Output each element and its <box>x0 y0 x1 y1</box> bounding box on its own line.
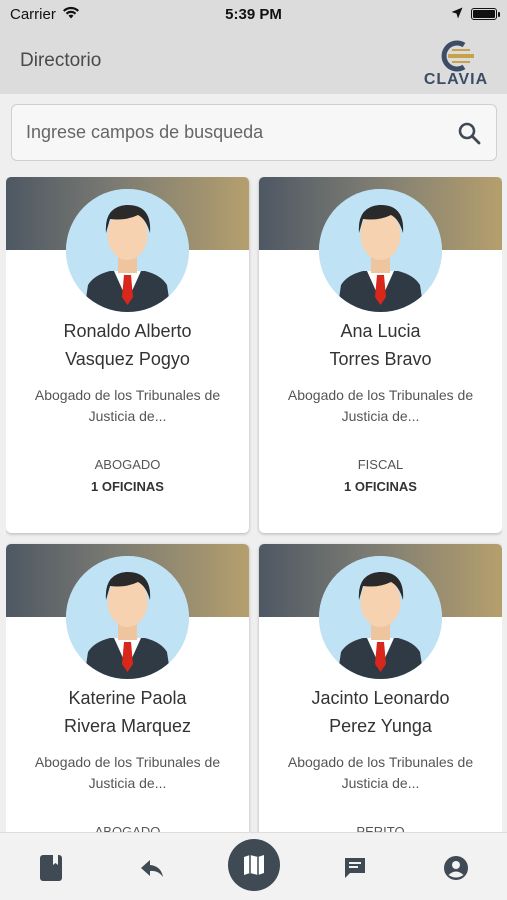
page-title: Directorio <box>20 50 102 71</box>
reply-icon[interactable] <box>137 853 167 883</box>
person-role: ABOGADO <box>94 824 161 832</box>
logo-text: CLAVIA <box>423 71 489 88</box>
person-name: Ronaldo Alberto Vasquez Pogyo <box>63 321 192 369</box>
person-name: Ana Lucia Torres Bravo <box>329 321 432 369</box>
person-role: PERITO <box>356 824 405 832</box>
status-bar: Carrier 5:39 PM <box>0 0 507 28</box>
logo-mark-icon <box>441 40 474 72</box>
person-description: Abogado de los Tribunales de Justicia de… <box>287 387 474 424</box>
offices-count: 1 OFICINAS <box>91 479 164 494</box>
directory-card[interactable]: Ronaldo Alberto Vasquez Pogyo Abogado de… <box>6 177 249 533</box>
person-description: Abogado de los Tribunales de Justicia de… <box>287 754 474 791</box>
app-header: Directorio CLAVIA <box>0 28 507 94</box>
clavia-logo: CLAVIA <box>423 33 489 89</box>
carrier-label: Carrier <box>10 5 56 23</box>
avatar <box>66 189 189 312</box>
offices-count: 1 OFICINAS <box>344 479 417 494</box>
search-bar <box>11 104 497 161</box>
person-role: ABOGADO <box>94 457 161 472</box>
person-role: FISCAL <box>357 457 404 472</box>
avatar <box>319 189 442 312</box>
battery-icon <box>471 8 500 20</box>
map-button[interactable] <box>228 839 280 891</box>
search-input[interactable] <box>26 122 456 143</box>
person-description: Abogado de los Tribunales de Justicia de… <box>34 754 221 791</box>
account-icon[interactable] <box>441 853 471 883</box>
status-right <box>451 6 500 23</box>
wifi-icon <box>62 6 80 23</box>
person-description: Abogado de los Tribunales de Justicia de… <box>34 387 221 424</box>
person-name: Jacinto Leonardo Perez Yunga <box>311 688 450 736</box>
avatar <box>319 556 442 679</box>
location-arrow-icon <box>451 6 463 23</box>
chat-icon[interactable] <box>340 853 370 883</box>
directory-grid: Ronaldo Alberto Vasquez Pogyo Abogado de… <box>6 177 502 832</box>
map-icon <box>244 855 264 875</box>
bottom-nav <box>0 832 507 900</box>
person-name: Katerine Paola Rivera Marquez <box>63 688 192 736</box>
directory-card[interactable]: Katerine Paola Rivera Marquez Abogado de… <box>6 544 249 832</box>
avatar <box>66 556 189 679</box>
directory-card[interactable]: Jacinto Leonardo Perez Yunga Abogado de … <box>259 544 502 832</box>
book-icon[interactable] <box>36 853 66 883</box>
directory-card[interactable]: Ana Lucia Torres Bravo Abogado de los Tr… <box>259 177 502 533</box>
status-left: Carrier <box>10 6 80 23</box>
search-icon[interactable] <box>456 120 482 146</box>
